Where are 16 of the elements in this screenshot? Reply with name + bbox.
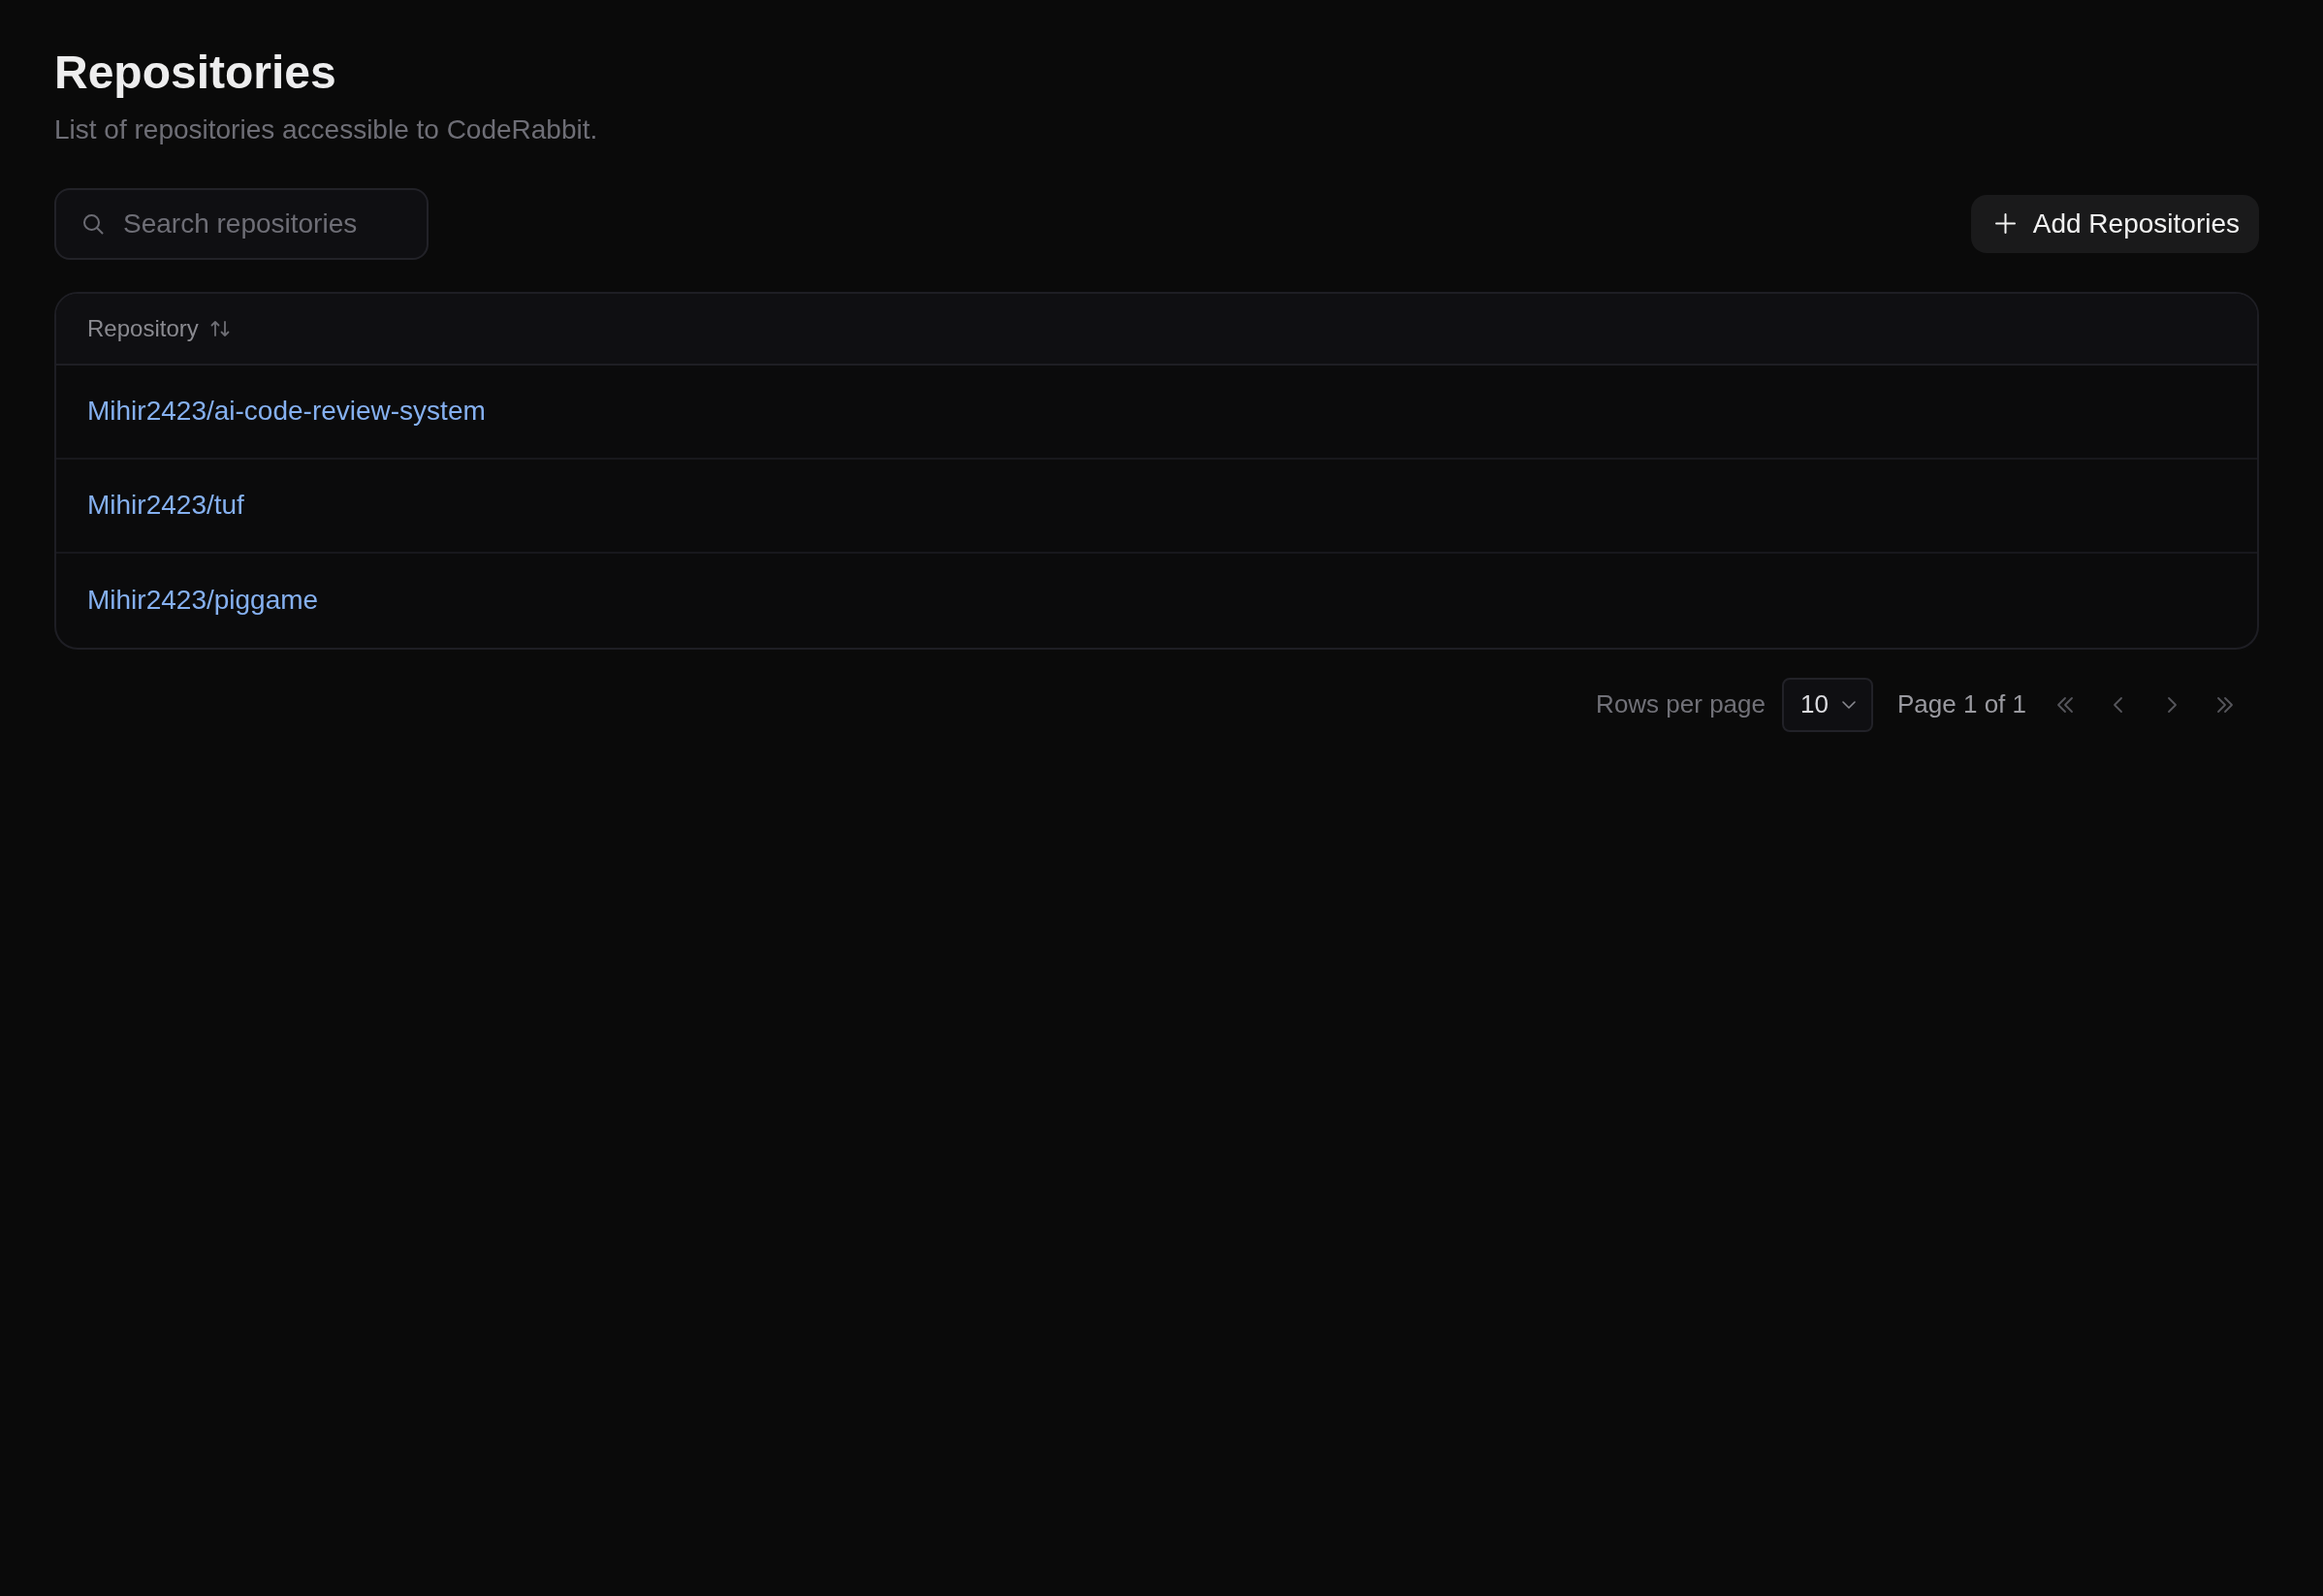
search-field[interactable]: Search repositories [54, 187, 429, 260]
search-icon [82, 212, 104, 235]
double-chevron-left-icon [2055, 695, 2075, 714]
double-chevron-right-icon [2215, 695, 2235, 714]
rows-per-page-label: Rows per page [1596, 689, 1766, 720]
repository-link[interactable]: Mihir2423/tuf [87, 490, 244, 522]
rows-per-page-select[interactable]: 10 [1782, 677, 1873, 732]
repository-link[interactable]: Mihir2423/piggame [87, 585, 319, 617]
add-repositories-button[interactable]: Add Repositories [1970, 194, 2259, 253]
page-subtitle: List of repositories accessible to CodeRabbit. [54, 112, 599, 146]
chevron-down-icon [1841, 700, 1856, 709]
plus-icon [1994, 213, 2016, 235]
page-indicator: Page 1 of 1 [1897, 689, 2026, 720]
repository-link[interactable]: Mihir2423/ai-code-review-system [87, 396, 486, 428]
column-header-button[interactable]: Repository [87, 314, 230, 342]
page-title: Repositories [54, 46, 337, 100]
